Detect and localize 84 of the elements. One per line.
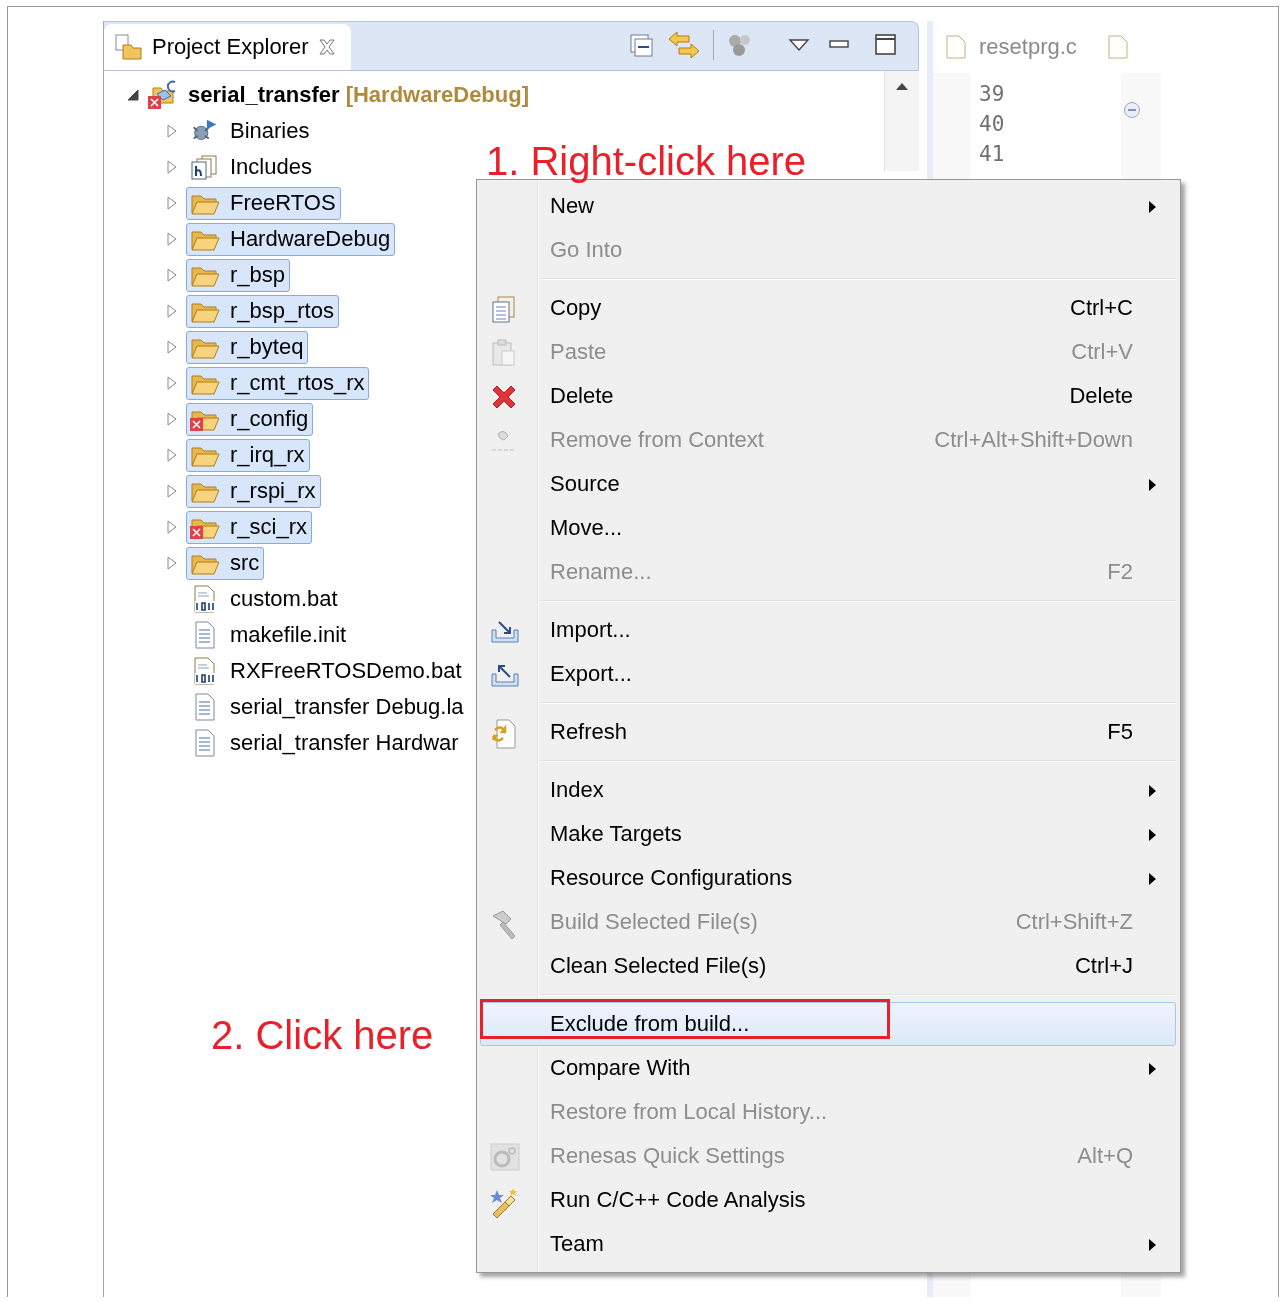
tree-item[interactable]: r_bsp_rtos [186, 294, 339, 328]
expand-arrow-icon[interactable] [166, 231, 178, 247]
error-badge-icon [190, 418, 203, 431]
menu-item[interactable]: Source [480, 462, 1176, 506]
c-file-icon [1106, 34, 1129, 60]
menu-item[interactable]: New [480, 184, 1176, 228]
project-name[interactable]: serial_transfer [HardwareDebug] [188, 82, 529, 108]
line-number: 41 [978, 141, 1006, 168]
expand-arrow-icon[interactable] [166, 375, 178, 391]
submenu-arrow-icon [1148, 478, 1157, 492]
tree-item[interactable]: makefile.init [186, 618, 352, 652]
menu-item[interactable]: Resource Configurations [480, 856, 1176, 900]
folder-tree-icon [114, 33, 144, 61]
text-file-icon [193, 621, 217, 649]
expanded-arrow-icon[interactable] [126, 88, 140, 102]
project-explorer-tab[interactable]: Project Explorer [104, 24, 351, 70]
submenu-arrow-icon [1148, 200, 1157, 214]
tree-item[interactable]: src [186, 546, 265, 580]
error-badge-icon [190, 526, 203, 539]
expand-arrow-icon[interactable] [166, 303, 178, 319]
expand-arrow-icon[interactable] [166, 411, 178, 427]
tree-item[interactable]: HardwareDebug [186, 222, 396, 256]
submenu-arrow-icon [1148, 828, 1157, 842]
tree-item[interactable]: r_irq_rx [186, 438, 310, 472]
tree-item[interactable]: r_bsp [186, 258, 291, 292]
text-file-icon [193, 729, 217, 757]
expand-arrow-icon[interactable] [166, 123, 178, 139]
binary-file-icon [192, 657, 218, 685]
e2-icon [489, 1142, 521, 1172]
tree-item[interactable]: r_rspi_rx [186, 474, 321, 508]
tree-item[interactable]: FreeRTOS [186, 186, 341, 220]
submenu-arrow-icon [1148, 872, 1157, 886]
annotation-text: 1. Right-click here [486, 139, 807, 183]
menu-item[interactable]: Export... [480, 652, 1176, 696]
header-files-icon [190, 154, 220, 180]
text-file-icon [193, 693, 217, 721]
collapse-all-icon[interactable] [629, 33, 655, 57]
link-arrows-icon[interactable] [667, 30, 701, 60]
tree-item[interactable]: custom.bat [186, 582, 343, 616]
menu-item[interactable]: Import... [480, 608, 1176, 652]
binary-file-icon [192, 585, 218, 613]
submenu-arrow-icon [1148, 784, 1157, 798]
menu-item[interactable]: Make Targets [480, 812, 1176, 856]
c-file-icon [945, 34, 967, 60]
expand-arrow-icon[interactable] [166, 555, 178, 571]
menu-item[interactable]: Compare With [480, 1046, 1176, 1090]
menu-item[interactable]: Exclude from build... [480, 1002, 1176, 1046]
menu-item[interactable]: Clean Selected File(s) Ctrl+J [480, 944, 1176, 988]
tab-title: Project Explorer [152, 34, 309, 60]
expand-arrow-icon[interactable] [166, 159, 178, 175]
submenu-arrow-icon [1148, 1238, 1157, 1252]
tree-item[interactable]: r_cmt_rtos_rx [186, 366, 370, 400]
menu-item[interactable]: Copy Ctrl+C [480, 286, 1176, 330]
tree-item[interactable]: r_byteq [186, 330, 309, 364]
close-icon[interactable] [316, 37, 337, 57]
tree-item[interactable]: Binaries [186, 114, 315, 148]
expand-arrow-icon[interactable] [166, 483, 178, 499]
maximize-icon[interactable] [874, 33, 898, 57]
expand-arrow-icon[interactable] [166, 267, 178, 283]
expand-arrow-icon[interactable] [166, 339, 178, 355]
scrollbar[interactable] [884, 71, 919, 171]
menu-item[interactable]: Run C/C++ Code Analysis [480, 1178, 1176, 1222]
annotation-text: 2. Click here [211, 1013, 434, 1057]
line-number: 40 [978, 111, 1006, 138]
refresh-icon [489, 718, 519, 750]
menu-item[interactable]: Index [480, 768, 1176, 812]
line-number: 39 [978, 81, 1006, 108]
fold-icon[interactable] [1123, 101, 1141, 119]
submenu-arrow-icon [1148, 1062, 1157, 1076]
scroll-up-icon[interactable] [895, 81, 909, 91]
view-menu-icon[interactable] [788, 38, 810, 52]
menu-item[interactable]: Refresh F5 [480, 710, 1176, 754]
tree-item[interactable]: r_config [186, 402, 314, 436]
tree-item[interactable]: r_sci_rx [186, 510, 312, 544]
menu-item[interactable]: Delete Delete [480, 374, 1176, 418]
menu-item[interactable]: Move... [480, 506, 1176, 550]
expand-arrow-icon[interactable] [166, 519, 178, 535]
tree-item[interactable]: Includes [186, 150, 317, 184]
expand-arrow-icon[interactable] [166, 447, 178, 463]
tree-item[interactable]: serial_transfer Debug.la [186, 690, 469, 724]
expand-arrow-icon[interactable] [166, 195, 178, 211]
tree-item[interactable]: RXFreeRTOSDemo.bat [186, 654, 467, 688]
menu-item[interactable]: Team [480, 1222, 1176, 1266]
tree-item[interactable]: serial_transfer Hardwar [186, 726, 464, 760]
